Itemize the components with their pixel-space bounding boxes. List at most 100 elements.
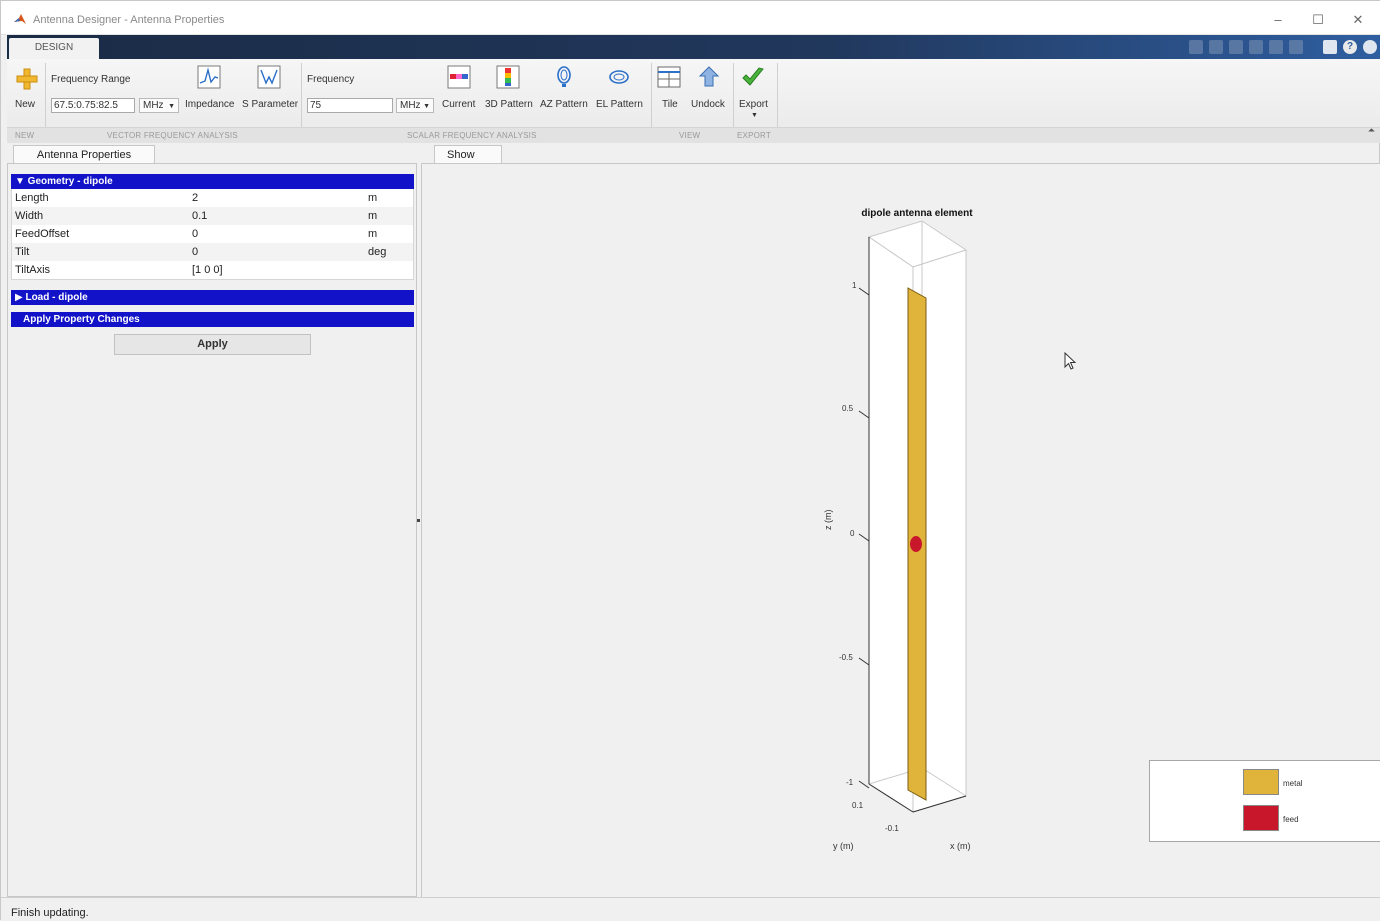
el-pattern-button[interactable]: EL Pattern — [596, 99, 643, 110]
z-axis-label: z (m) — [823, 510, 833, 531]
frequency-unit-select[interactable]: MHz ▼ — [396, 98, 434, 113]
minimize-button[interactable]: – — [1263, 9, 1293, 31]
antenna-properties-panel: ▼ Geometry - dipole Length 2 m Width 0.1… — [7, 163, 417, 897]
tilt-value-field[interactable]: 0 — [192, 243, 198, 261]
settings-icon[interactable] — [1363, 40, 1377, 54]
plot-legend[interactable]: metal feed — [1149, 760, 1380, 842]
tile-icon[interactable] — [657, 65, 681, 89]
frequency-range-unit-select[interactable]: MHz ▼ — [139, 98, 179, 113]
export-check-icon[interactable] — [741, 65, 765, 89]
property-row-length: Length 2 m — [12, 189, 413, 207]
status-text: Finish updating. — [11, 907, 89, 919]
apply-button[interactable]: Apply — [114, 334, 311, 355]
switch-windows-icon[interactable] — [1323, 40, 1337, 54]
maximize-button[interactable]: ☐ — [1303, 9, 1333, 31]
cut-icon[interactable] — [1209, 40, 1223, 54]
export-button[interactable]: Export — [739, 99, 768, 110]
export-dropdown-icon[interactable]: ▼ — [751, 112, 758, 119]
impedance-button[interactable]: Impedance — [185, 99, 234, 110]
redo-icon[interactable] — [1289, 40, 1303, 54]
legend-feed-swatch — [1243, 805, 1279, 831]
section-vector-frequency: VECTOR FREQUENCY ANALYSIS — [107, 131, 238, 140]
frequency-range-unit-value: MHz — [143, 100, 164, 111]
undock-button[interactable]: Undock — [691, 99, 725, 110]
impedance-icon[interactable] — [197, 65, 221, 89]
z-tick-label: -1 — [846, 778, 854, 787]
antenna-designer-window: Antenna Designer - Antenna Properties – … — [0, 0, 1380, 921]
z-tick-label: 0.5 — [842, 404, 854, 413]
property-unit: m — [368, 192, 378, 204]
legend-metal-swatch — [1243, 769, 1279, 795]
undock-icon[interactable] — [697, 65, 721, 89]
property-row-width: Width 0.1 m — [12, 207, 413, 225]
width-value-field[interactable]: 0.1 — [192, 207, 207, 225]
collapse-ribbon-icon[interactable]: ⏶ — [1368, 125, 1375, 136]
figure-panel: dipole antenna element 1 0.5 0 -0.5 -1 0… — [421, 163, 1380, 897]
x-tick-label: -0.1 — [885, 824, 899, 833]
paste-icon[interactable] — [1249, 40, 1263, 54]
property-name: TiltAxis — [15, 264, 51, 276]
mouse-cursor-icon — [1064, 352, 1077, 370]
section-export: EXPORT — [737, 131, 771, 140]
section-view: VIEW — [679, 131, 701, 140]
property-unit: m — [368, 210, 378, 222]
property-unit: deg — [368, 246, 387, 258]
close-button[interactable]: ✕ — [1343, 9, 1373, 31]
new-button[interactable]: New — [15, 99, 35, 110]
status-bar: Finish updating. — [1, 897, 1380, 921]
tile-button[interactable]: Tile — [662, 99, 678, 110]
tab-antenna-properties[interactable]: Antenna Properties — [13, 145, 155, 164]
tiltaxis-value-field[interactable]: [1 0 0] — [192, 261, 223, 279]
property-name: FeedOffset — [15, 228, 70, 240]
load-section-header[interactable]: ▶ Load - dipole — [11, 290, 414, 305]
geometry-property-table: Length 2 m Width 0.1 m FeedOffset 0 m Ti… — [11, 189, 414, 280]
matlab-logo-icon — [14, 14, 26, 24]
s-parameter-button[interactable]: S Parameter — [242, 99, 298, 110]
property-unit: m — [368, 228, 378, 240]
s-parameter-icon[interactable] — [257, 65, 281, 89]
window-title: Antenna Designer - Antenna Properties — [33, 14, 225, 26]
undo-icon[interactable] — [1269, 40, 1283, 54]
z-tick-label: 1 — [852, 281, 857, 290]
help-icon[interactable]: ? — [1343, 40, 1357, 54]
z-tick-label: 0 — [850, 529, 855, 538]
property-row-tiltaxis: TiltAxis [1 0 0] — [12, 261, 413, 279]
el-pattern-icon[interactable] — [607, 65, 631, 89]
property-row-tilt: Tilt 0 deg — [12, 243, 413, 261]
feed-point — [910, 536, 922, 552]
feedoffset-value-field[interactable]: 0 — [192, 225, 198, 243]
apply-changes-header: Apply Property Changes — [11, 312, 414, 327]
3d-pattern-button[interactable]: 3D Pattern — [485, 99, 533, 110]
section-scalar-frequency: SCALAR FREQUENCY ANALYSIS — [407, 131, 537, 140]
ribbon-section-labels: NEW VECTOR FREQUENCY ANALYSIS SCALAR FRE… — [7, 127, 1380, 143]
frequency-range-label: Frequency Range — [51, 74, 131, 85]
property-name: Tilt — [15, 246, 30, 258]
panel-splitter[interactable] — [417, 519, 420, 522]
title-bar: Antenna Designer - Antenna Properties – … — [1, 1, 1380, 35]
save-icon[interactable] — [1189, 40, 1203, 54]
ribbon-tab-strip: DESIGN ? — [7, 35, 1380, 59]
current-icon[interactable] — [447, 65, 471, 89]
legend-feed-label: feed — [1283, 815, 1299, 824]
current-button[interactable]: Current — [442, 99, 475, 110]
property-name: Width — [15, 210, 44, 222]
property-name: Length — [15, 192, 49, 204]
az-pattern-icon[interactable] — [552, 65, 576, 89]
x-axis-label: x (m) — [950, 841, 971, 851]
geometry-section-header[interactable]: ▼ Geometry - dipole — [11, 174, 414, 189]
ribbon-toolbar: New Frequency Range 67.5:0.75:82.5 MHz ▼ … — [7, 59, 1380, 143]
add-icon[interactable] — [15, 67, 39, 91]
frequency-unit-value: MHz — [400, 100, 421, 111]
3d-pattern-icon[interactable] — [496, 65, 520, 89]
y-axis-label: y (m) — [833, 841, 854, 851]
frequency-input[interactable]: 75 — [307, 98, 393, 113]
tab-design[interactable]: DESIGN — [9, 38, 99, 59]
section-new: NEW — [15, 131, 35, 140]
chart-title: dipole antenna element — [861, 208, 973, 219]
legend-metal-label: metal — [1283, 779, 1303, 788]
length-value-field[interactable]: 2 — [192, 189, 198, 207]
copy-icon[interactable] — [1229, 40, 1243, 54]
tab-show[interactable]: Show — [434, 145, 502, 164]
frequency-range-input[interactable]: 67.5:0.75:82.5 — [51, 98, 135, 113]
az-pattern-button[interactable]: AZ Pattern — [540, 99, 588, 110]
